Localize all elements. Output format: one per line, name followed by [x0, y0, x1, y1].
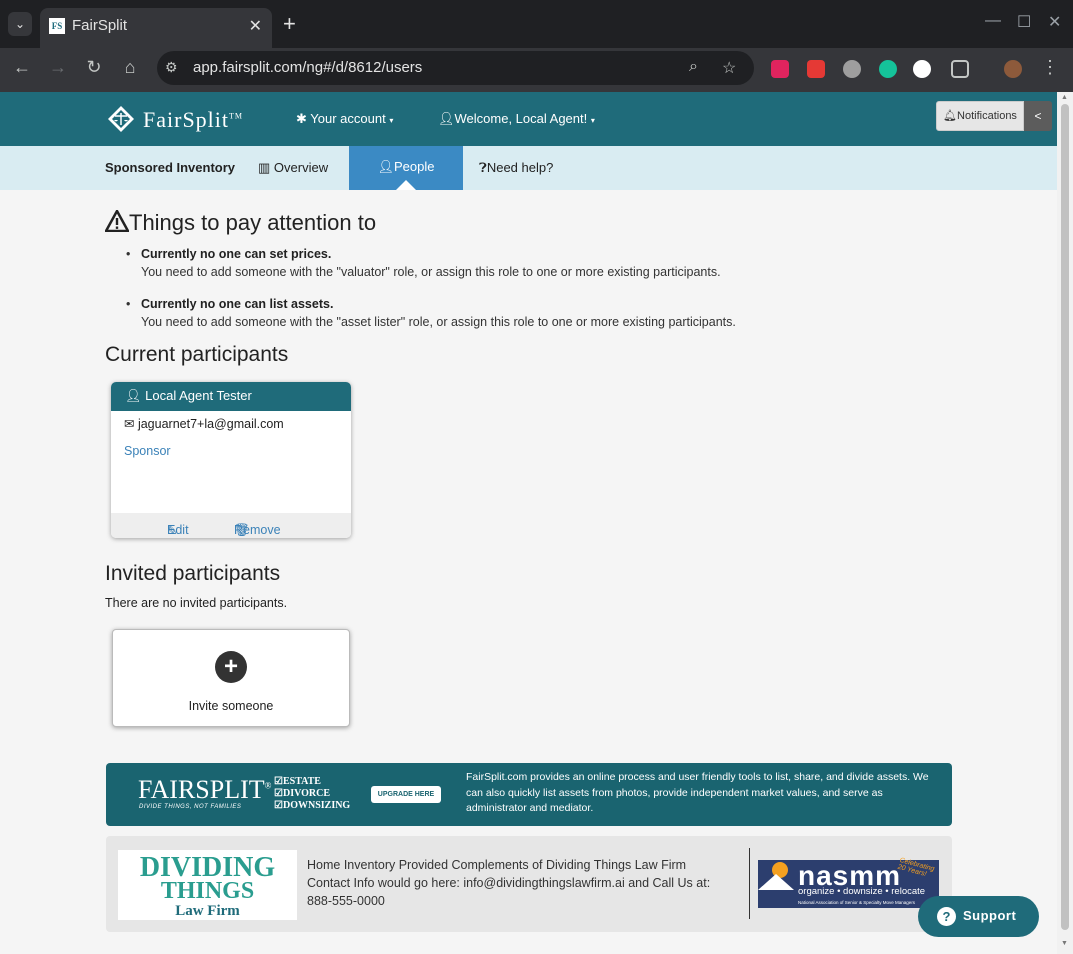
- question-icon: ❓︎: [479, 160, 487, 175]
- browser-menu-icon[interactable]: ⋮: [1038, 57, 1062, 78]
- sub-navigation: Sponsored Inventory ▥ Overview 👤︎People …: [0, 146, 1057, 190]
- participant-email-row: ✉ jaguarnet7+la@gmail.com: [111, 411, 351, 431]
- forward-icon[interactable]: →: [46, 57, 70, 78]
- sponsor-contact-text: Home Inventory Provided Complements of D…: [307, 858, 711, 908]
- dividing-things-logo[interactable]: DIVIDING THINGS Law Firm: [118, 850, 297, 920]
- fairsplit-tagline: DIVIDE THINGS, NOT FAMILIES: [139, 804, 242, 810]
- scroll-down-arrow[interactable]: ▼: [1061, 940, 1068, 947]
- participant-name: Local Agent Tester: [145, 388, 252, 403]
- participant-card: 👤︎ Local Agent Tester ✉ jaguarnet7+la@gm…: [111, 382, 351, 538]
- video-extension-icon[interactable]: [807, 60, 825, 78]
- tab-title: FairSplit: [72, 17, 128, 34]
- no-invited-message: There are no invited participants.: [105, 596, 288, 610]
- invite-someone-card[interactable]: + Invite someone: [112, 629, 350, 727]
- plus-circle-icon: +: [215, 651, 247, 683]
- participant-card-footer: ✎ Edit 🗑︎ Remove: [111, 513, 351, 538]
- support-button[interactable]: ? Support: [918, 896, 1039, 937]
- grammarly-icon[interactable]: [879, 60, 897, 78]
- house-icon: [758, 874, 794, 890]
- new-tab-button[interactable]: +: [283, 12, 296, 36]
- address-bar[interactable]: ⚙ app.fairsplit.com/ng#/d/8612/users ⌕ ☆: [157, 51, 754, 85]
- list-item: Currently no one can list assets.You nee…: [126, 295, 826, 331]
- attention-list: Currently no one can set prices.You need…: [126, 245, 826, 345]
- checkbox-icon: ☑︎: [274, 800, 283, 811]
- active-tab-caret: [396, 180, 416, 190]
- user-icon: 👤︎: [438, 111, 455, 126]
- window-close-icon[interactable]: ✕: [1048, 12, 1061, 32]
- nasmm-logo[interactable]: nasmm organize • downsize • relocate Nat…: [758, 857, 939, 908]
- fairsplit-banner[interactable]: FAIRSPLIT® DIVIDE THINGS, NOT FAMILIES ☑…: [106, 763, 952, 826]
- checkbox-icon: ☑︎: [274, 776, 283, 787]
- scroll-thumb[interactable]: [1061, 104, 1069, 930]
- favicon-icon: FS: [49, 18, 65, 34]
- checkbox-icon: ☑︎: [274, 788, 283, 799]
- fairsplit-banner-text: FairSplit.com provides an online process…: [466, 771, 929, 814]
- tab-search-dropdown[interactable]: ⌄: [8, 12, 32, 36]
- tab-overview[interactable]: ▥ Overview: [258, 160, 328, 176]
- maximize-icon[interactable]: ☐: [1017, 12, 1031, 32]
- sponsor-banner: DIVIDING THINGS Law Firm Home Inventory …: [106, 836, 952, 932]
- participant-card-header: 👤︎ Local Agent Tester: [111, 382, 351, 411]
- extensions-puzzle-icon[interactable]: [951, 60, 969, 78]
- browser-tabbar: ⌄ FS FairSplit ✕ + — ☐ ✕: [0, 0, 1073, 48]
- your-account-menu[interactable]: ✱ Your account ▾: [296, 111, 393, 127]
- upgrade-here-button[interactable]: UPGRADE HERE: [371, 786, 441, 803]
- tab-need-help[interactable]: ❓︎Need help?: [479, 160, 553, 176]
- chart-icon: ▥: [258, 160, 274, 175]
- minimize-icon[interactable]: —: [985, 12, 1001, 30]
- list-item: Currently no one can set prices.You need…: [126, 245, 826, 281]
- tab-people[interactable]: 👤︎People: [349, 146, 463, 190]
- home-icon[interactable]: ⌂: [118, 57, 142, 78]
- notifications-button[interactable]: 🔔︎Notifications: [936, 101, 1024, 131]
- reload-icon[interactable]: ↻: [82, 57, 106, 78]
- bookmark-star-icon[interactable]: ☆: [722, 58, 736, 78]
- welcome-user-menu[interactable]: 👤︎Welcome, Local Agent! ▾: [438, 111, 595, 127]
- divider: [749, 848, 750, 919]
- brand-logo[interactable]: FairSplitTM: [143, 107, 243, 133]
- browser-tab[interactable]: FS FairSplit ✕: [40, 8, 272, 48]
- fairsplit-banner-logo: FAIRSPLIT®: [138, 775, 272, 804]
- bell-icon: 🔔︎: [943, 110, 958, 122]
- site-info-icon[interactable]: ⚙: [165, 59, 178, 76]
- participant-role[interactable]: Sponsor: [111, 431, 351, 458]
- scales-logo-icon: [108, 106, 134, 132]
- question-icon: ?: [937, 907, 956, 926]
- services-list: ☑︎ESTATE ☑︎DIVORCE ☑︎DOWNSIZING: [274, 776, 351, 811]
- invited-participants-heading: Invited participants: [105, 562, 281, 585]
- inventory-title: Sponsored Inventory: [105, 160, 236, 175]
- pocket-icon[interactable]: [771, 60, 789, 78]
- app-header: FairSplitTM ✱ Your account ▾ 👤︎Welcome, …: [0, 92, 1057, 146]
- current-participants-heading: Current participants: [105, 343, 289, 366]
- power-extension-icon[interactable]: [843, 60, 861, 78]
- person-icon: 👤︎: [125, 388, 146, 403]
- attention-heading: Things to pay attention to: [105, 210, 376, 236]
- scroll-up-arrow[interactable]: ▲: [1061, 94, 1068, 101]
- page-scrollbar[interactable]: ▲ ▼: [1057, 92, 1073, 954]
- collapse-panel-button[interactable]: <: [1024, 101, 1052, 131]
- back-icon[interactable]: ←: [10, 57, 34, 78]
- browser-toolbar: ← → ↻ ⌂ ⚙ app.fairsplit.com/ng#/d/8612/u…: [0, 48, 1073, 92]
- warning-icon: [105, 210, 129, 232]
- participant-email: jaguarnet7+la@gmail.com: [137, 417, 284, 431]
- profile-avatar[interactable]: [1004, 60, 1022, 78]
- color-extension-icon[interactable]: [913, 60, 931, 78]
- tab-close-icon[interactable]: ✕: [249, 16, 262, 36]
- person-icon: 👤︎: [377, 159, 395, 174]
- envelope-icon: ✉: [124, 417, 138, 431]
- zoom-icon[interactable]: ⌕: [689, 58, 698, 76]
- url-text[interactable]: app.fairsplit.com/ng#/d/8612/users: [193, 59, 422, 76]
- invite-someone-label: Invite someone: [188, 699, 274, 713]
